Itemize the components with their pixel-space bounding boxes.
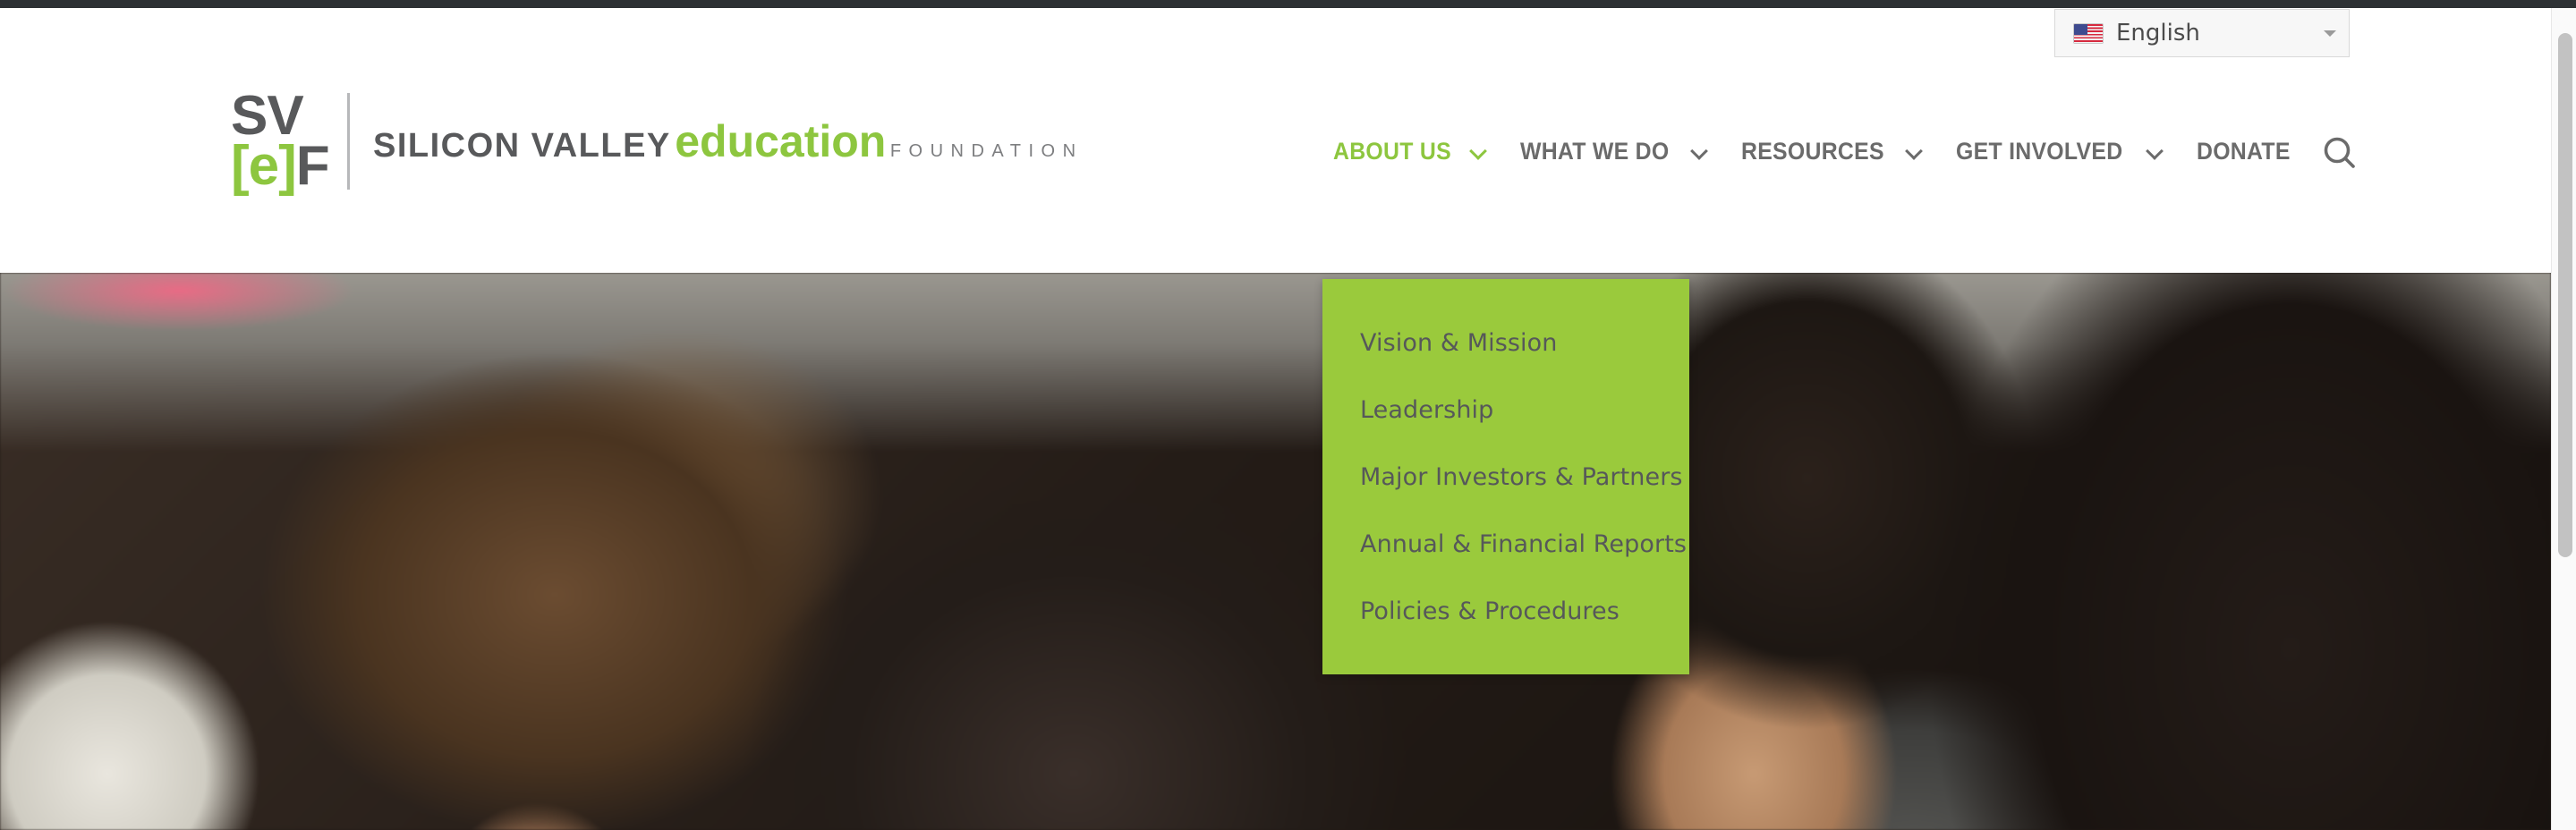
about-us-dropdown-menu: Vision & Mission Leadership Major Invest… [1322,279,1689,674]
search-button[interactable] [2317,133,2364,174]
logo-wordmark-silicon-valley: SILICON VALLEY [373,126,671,165]
logo-monogram-bracket: [e] [231,134,297,197]
dropdown-item-label: Leadership [1360,396,1494,424]
chevron-down-icon [1692,145,1705,158]
nav-label: WHAT WE DO [1520,137,1670,165]
nav-label: RESOURCES [1741,137,1885,165]
nav-item-what-we-do[interactable]: WHAT WE DO [1520,138,1705,165]
dropdown-item-vision-mission[interactable]: Vision & Mission [1322,309,1689,377]
chevron-down-icon [1471,145,1484,158]
nav-item-resources[interactable]: RESOURCES [1741,138,1920,165]
logo-monogram-f: F [295,134,330,197]
logo-monogram: SV [e]F [231,88,330,194]
vertical-scrollbar[interactable] [2551,8,2576,830]
nav-item-about-us[interactable]: ABOUT US [1333,138,1484,165]
dropdown-item-annual-financial-reports[interactable]: Annual & Financial Reports [1322,511,1689,578]
nav-item-get-involved[interactable]: GET INVOLVED [1956,138,2161,165]
flag-canton [2074,23,2087,35]
dropdown-item-leadership[interactable]: Leadership [1322,377,1689,444]
dropdown-item-label: Major Investors & Partners [1360,463,1683,491]
logo-monogram-bottom: [e]F [231,138,330,194]
browser-chrome-bar [0,0,2576,8]
dropdown-item-label: Vision & Mission [1360,329,1558,357]
site-logo[interactable]: SV [e]F SILICON VALLEY education FOUNDAT… [231,85,1084,197]
page-viewport: English SV [e]F SILICON VALLEY education… [0,8,2551,830]
chevron-down-icon [1907,145,1920,158]
nav-label: DONATE [2196,137,2291,165]
language-label: English [2116,20,2200,47]
hero-photo-background [0,273,2551,830]
dropdown-item-label: Annual & Financial Reports [1360,530,1688,558]
vertical-scrollbar-thumb[interactable] [2558,33,2572,557]
logo-wordmark-education: education [675,115,887,166]
nav-item-donate[interactable]: DONATE [2197,138,2299,165]
nav-label: GET INVOLVED [1956,137,2123,165]
dropdown-item-label: Policies & Procedures [1360,597,1620,625]
chevron-down-icon [2324,30,2336,37]
primary-navigation: ABOUT US WHAT WE DO RESOURCES GET INVOLV… [1333,130,2299,173]
us-flag-icon [2073,22,2104,44]
dropdown-item-policies-procedures[interactable]: Policies & Procedures [1322,578,1689,645]
site-header: English SV [e]F SILICON VALLEY education… [0,8,2551,273]
language-switcher[interactable]: English [2054,9,2350,57]
chevron-down-icon [2147,145,2161,158]
dropdown-item-major-investors-partners[interactable]: Major Investors & Partners [1322,444,1689,511]
logo-wordmark-foundation: FOUNDATION [889,140,1084,161]
logo-wordmark: SILICON VALLEY education FOUNDATION [373,117,1084,165]
hero-image [0,273,2551,830]
logo-divider [347,92,350,190]
search-icon [2324,137,2355,168]
nav-label: ABOUT US [1333,137,1451,165]
